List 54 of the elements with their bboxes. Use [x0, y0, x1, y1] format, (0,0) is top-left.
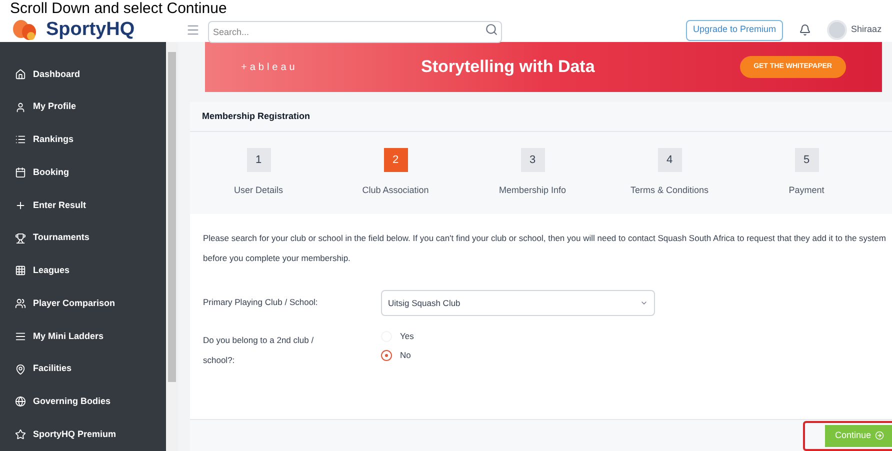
step-label: Club Association — [362, 184, 429, 198]
logo-text: SportyHQ — [46, 18, 135, 42]
calendar-icon — [15, 167, 26, 178]
map-pin-icon — [15, 364, 26, 375]
list-icon — [15, 330, 26, 342]
card-title: Membership Registration — [202, 110, 310, 123]
sidebar-item[interactable]: Tournaments — [0, 222, 166, 254]
home-icon — [15, 68, 26, 80]
step-label: Payment — [788, 184, 824, 198]
grid-icon — [15, 265, 26, 276]
second-club-label: Do you belong to a 2nd club / school?: — [203, 334, 315, 367]
user-name[interactable]: Shiraaz — [851, 23, 882, 37]
radio-button[interactable] — [381, 350, 392, 361]
sidebar-item[interactable]: Enter Result — [0, 189, 166, 222]
upgrade-button[interactable]: Upgrade to Premium — [686, 20, 784, 40]
search-icon[interactable] — [485, 23, 498, 36]
search-field[interactable]: Search... — [208, 21, 502, 43]
notification-icon[interactable] — [799, 24, 812, 36]
sidebar-item[interactable]: Facilities — [0, 352, 166, 386]
step-label: User Details — [234, 184, 283, 198]
sidebar-item[interactable]: Leagues — [0, 254, 166, 288]
club-label: Primary Playing Club / School: — [203, 296, 319, 309]
sidebar-item[interactable]: Player Comparison — [0, 287, 166, 320]
sidebar-item[interactable]: My Profile — [0, 90, 166, 124]
sidebar-item[interactable]: SportyHQ Premium — [0, 418, 166, 451]
intro-text: Please search for your club or school in the field below. If you can't find your club or school, then you will need to contact Squash South Africa to request that they add it to the system before you complete your membership. — [203, 232, 887, 265]
step-number[interactable]: 4 — [658, 148, 682, 172]
step-number[interactable]: 5 — [794, 148, 818, 172]
sidebar-item[interactable]: Rankings — [0, 124, 166, 156]
sidebar-item[interactable]: Governing Bodies — [0, 386, 166, 418]
step-number[interactable]: 1 — [246, 148, 270, 172]
radio-option[interactable]: No — [381, 348, 414, 362]
club-select[interactable]: Uitsig Squash Club — [381, 290, 655, 316]
sidebar-item[interactable]: Dashboard — [0, 58, 166, 91]
trophy-icon — [15, 232, 26, 244]
banner-headline: Storytelling with Data — [421, 56, 595, 78]
radio-option[interactable]: Yes — [381, 330, 414, 343]
caption-text: Scroll Down and select Continue — [10, 0, 227, 18]
logo-icon — [12, 19, 38, 41]
globe-icon — [15, 396, 26, 408]
menu-icon[interactable] — [186, 23, 200, 37]
banner-brand: +ableau — [241, 60, 299, 74]
step-number[interactable]: 3 — [520, 148, 544, 172]
step-label: Membership Info — [498, 184, 566, 198]
user-icon — [15, 102, 26, 113]
dropdown-caret-icon — [640, 299, 648, 307]
sidebar-item[interactable]: Booking — [0, 156, 166, 189]
arrow-right-icon — [875, 431, 884, 440]
sidebar-item[interactable]: My Mini Ladders — [0, 320, 166, 353]
plus-icon — [15, 200, 26, 211]
list-icon — [15, 134, 26, 146]
users-icon — [15, 298, 26, 310]
star-icon — [15, 429, 26, 440]
step-label: Terms & Conditions — [630, 184, 709, 198]
